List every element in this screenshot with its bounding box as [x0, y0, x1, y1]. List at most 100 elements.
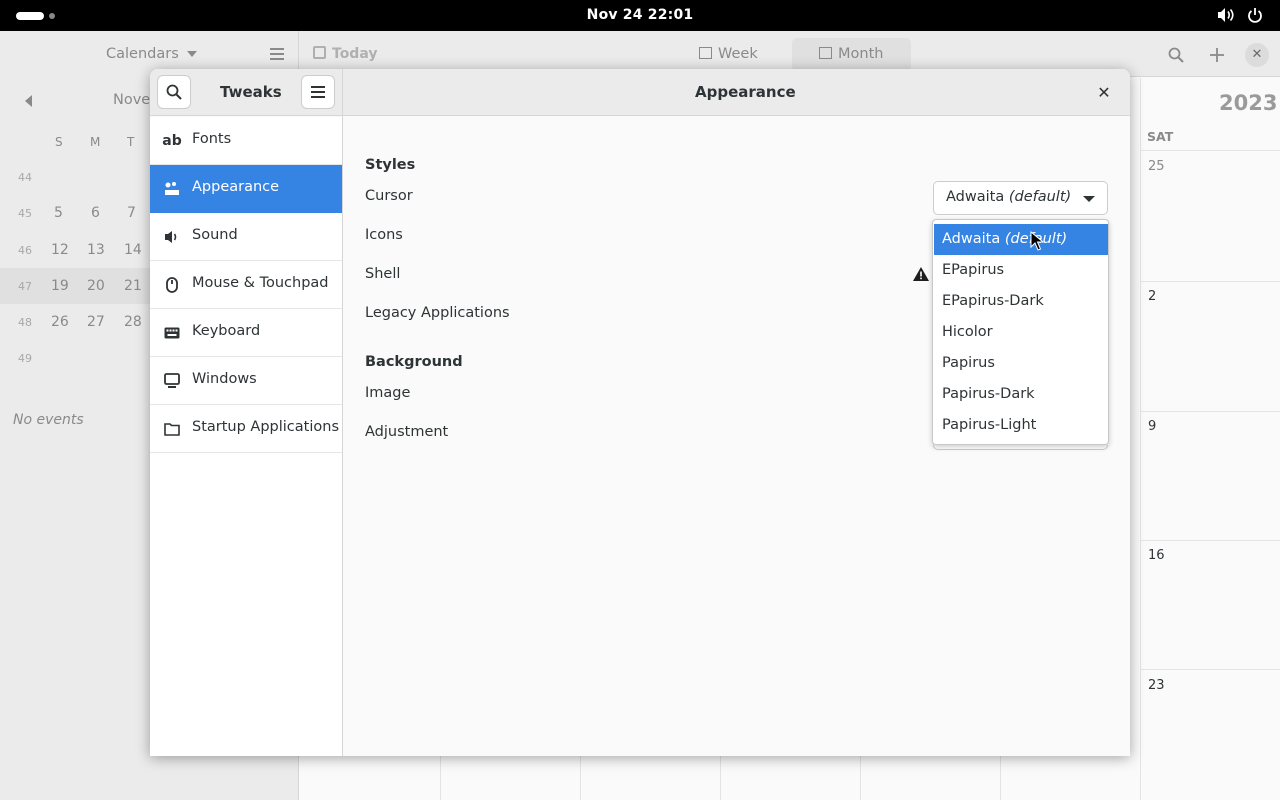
add-event-icon[interactable] — [1209, 47, 1225, 63]
mini-day[interactable]: 6 — [91, 205, 100, 221]
close-calendar-icon[interactable]: ✕ — [1245, 43, 1269, 67]
day-number[interactable]: 9 — [1148, 419, 1156, 434]
main-menu-button[interactable] — [301, 75, 335, 109]
hamburger-menu-icon — [311, 86, 325, 98]
appearance-icon — [163, 180, 181, 198]
styles-heading: Styles — [365, 157, 416, 173]
option-papirus-dark[interactable]: Papirus-Dark — [934, 379, 1108, 410]
mini-week-row: 49 — [0, 340, 150, 376]
sidebar-item-label: Fonts — [192, 131, 232, 147]
mini-day[interactable]: 27 — [87, 314, 105, 330]
option-papirus-light[interactable]: Papirus-Light — [934, 410, 1108, 441]
sidebar-item-label: Mouse & Touchpad — [192, 275, 329, 291]
mini-week-row: 44 — [0, 160, 150, 196]
weekday-label: T — [127, 135, 135, 149]
shell-label: Shell — [365, 266, 401, 282]
sidebar-item-label: Appearance — [192, 179, 280, 195]
week-label: Week — [718, 46, 758, 62]
sidebar-item-label: Sound — [192, 227, 238, 243]
sidebar-item-fonts[interactable]: ab Fonts — [150, 117, 342, 165]
day-number[interactable]: 25 — [1148, 159, 1165, 174]
cursor-value-text: Adwaita — [946, 189, 1005, 205]
month-view-button[interactable]: Month — [792, 38, 911, 71]
option-epapirus-dark[interactable]: EPapirus-Dark — [934, 286, 1108, 317]
warning-icon — [913, 267, 929, 281]
sidebar-item-label: Keyboard — [192, 323, 261, 339]
grid-line — [1141, 669, 1280, 670]
mini-day[interactable]: 13 — [87, 242, 105, 258]
power-icon[interactable] — [1247, 7, 1263, 23]
search-button[interactable] — [157, 75, 191, 109]
day-number[interactable]: 2 — [1148, 289, 1156, 304]
option-hicolor[interactable]: Hicolor — [934, 317, 1108, 348]
mini-day[interactable]: 28 — [124, 314, 142, 330]
mini-day[interactable]: 14 — [124, 242, 142, 258]
weekday-label: S — [55, 135, 63, 149]
sidebar-item-appearance[interactable]: Appearance — [150, 165, 342, 213]
volume-icon[interactable] — [1217, 7, 1235, 23]
mini-day[interactable]: 5 — [54, 205, 63, 221]
mini-week-row: 48 26 27 28 — [0, 304, 150, 340]
mini-day[interactable]: 12 — [51, 242, 69, 258]
week-number: 49 — [18, 352, 32, 365]
week-view-button[interactable]: Week — [699, 46, 758, 62]
option-papirus[interactable]: Papirus — [934, 348, 1108, 379]
sidebar-item-mouse-touchpad[interactable]: Mouse & Touchpad — [150, 261, 342, 309]
adjustment-label: Adjustment — [365, 424, 449, 440]
hamburger-menu-icon[interactable] — [270, 48, 284, 60]
close-button[interactable]: ✕ — [1092, 80, 1116, 104]
day-number[interactable]: 16 — [1148, 548, 1165, 563]
month-label-wrap: Month — [819, 46, 883, 62]
grid-line — [1141, 281, 1280, 282]
mini-day[interactable]: 19 — [51, 278, 69, 294]
keyboard-icon — [163, 324, 181, 342]
icons-dropdown-edge — [933, 445, 1108, 450]
week-number: 45 — [18, 207, 32, 220]
day-number[interactable]: 23 — [1148, 678, 1165, 693]
titlebar: Tweaks Appearance ✕ — [150, 69, 1130, 116]
folder-icon — [163, 420, 181, 438]
mini-day[interactable]: 7 — [127, 205, 136, 221]
monitor-icon — [163, 372, 181, 390]
month-grid-icon — [819, 47, 832, 59]
icons-label: Icons — [365, 227, 403, 243]
mini-day[interactable]: 21 — [124, 278, 142, 294]
sidebar-item-label: Startup Applications — [192, 419, 339, 435]
chevron-down-icon — [187, 51, 198, 57]
sidebar-item-keyboard[interactable]: Keyboard — [150, 309, 342, 357]
option-epapirus[interactable]: EPapirus — [934, 255, 1108, 286]
grid-line — [1141, 411, 1280, 412]
option-label: Papirus-Light — [942, 417, 1037, 433]
calendars-menu[interactable]: Calendars — [106, 46, 198, 62]
option-adwaita[interactable]: Adwaita (default) — [934, 224, 1108, 255]
legacy-applications-label: Legacy Applications — [365, 305, 510, 321]
clock[interactable]: Nov 24 22:01 — [0, 7, 1280, 23]
sidebar-item-windows[interactable]: Windows — [150, 357, 342, 405]
sidebar-item-sound[interactable]: Sound — [150, 213, 342, 261]
icons-theme-popover: Adwaita (default) EPapirus EPapirus-Dark… — [932, 219, 1109, 445]
week-number: 48 — [18, 316, 32, 329]
sidebar-item-label: Windows — [192, 371, 257, 387]
cursor-theme-dropdown[interactable]: Adwaita (default) — [933, 181, 1108, 215]
week-number: 46 — [18, 244, 32, 257]
sidebar-item-startup-applications[interactable]: Startup Applications — [150, 405, 342, 453]
week-number: 47 — [18, 280, 32, 293]
mini-week-row: 46 12 13 14 — [0, 232, 150, 268]
search-icon[interactable] — [1168, 47, 1184, 63]
search-icon — [166, 84, 182, 100]
tweaks-sidebar: ab Fonts Appearance Sound Mouse & Touchp… — [150, 117, 342, 756]
mini-day[interactable]: 26 — [51, 314, 69, 330]
mouse-icon — [163, 276, 181, 294]
mini-week-row: 45 5 6 7 — [0, 196, 150, 232]
option-label: EPapirus-Dark — [942, 293, 1044, 309]
dropdown-arrow-icon — [1083, 196, 1095, 202]
speaker-icon — [163, 228, 181, 246]
sidebar-title: Tweaks — [220, 83, 282, 101]
mini-day[interactable]: 20 — [87, 278, 105, 294]
previous-month-icon[interactable] — [25, 95, 32, 107]
fonts-icon: ab — [162, 133, 182, 149]
option-label: Hicolor — [942, 324, 993, 340]
calendars-label: Calendars — [106, 46, 179, 62]
week-grid-icon — [699, 47, 712, 59]
today-button[interactable]: Today — [313, 46, 377, 62]
